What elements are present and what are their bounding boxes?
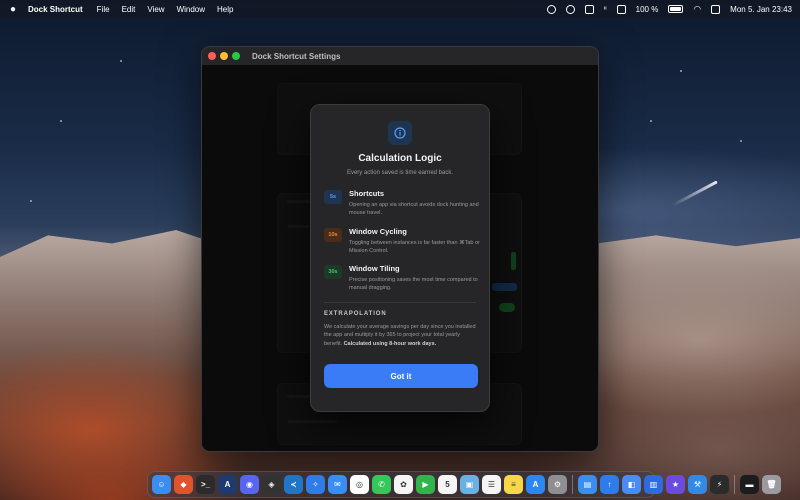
discord-icon[interactable]: ◉ <box>240 475 259 494</box>
safari-icon[interactable]: ✧ <box>306 475 325 494</box>
mail-icon[interactable]: ✉ <box>328 475 347 494</box>
finder-window-icon[interactable]: ▤ <box>578 475 597 494</box>
wifi-icon[interactable]: ◠ <box>693 4 701 15</box>
reminders-icon[interactable]: ☰ <box>482 475 501 494</box>
upload-icon[interactable]: ↑ <box>600 475 619 494</box>
logic-list: 5s Shortcuts Opening an app via shortcut… <box>324 189 480 293</box>
zoom-window-button[interactable] <box>232 52 240 60</box>
minimize-window-button[interactable] <box>220 52 228 60</box>
extrapolation-bold-text: Calculated using 8-hour work days. <box>343 340 437 347</box>
info-icon <box>388 121 412 145</box>
settings-icon[interactable]: ⚙ <box>548 475 567 494</box>
list-item-window-cycling: 10s Window Cycling Toggling between inst… <box>324 227 480 256</box>
airpods-icon[interactable]: ᑊᑊ <box>604 5 607 14</box>
menu-clock[interactable]: Mon 5. Jan 23:43 <box>730 5 792 14</box>
messages-icon[interactable]: ✆ <box>372 475 391 494</box>
dock-separator <box>734 475 735 494</box>
list-item-title: Window Cycling <box>349 226 407 236</box>
unity-icon[interactable]: ◈ <box>262 475 281 494</box>
time-badge: 10s <box>324 227 342 242</box>
close-window-button[interactable] <box>208 52 216 60</box>
dock: ☺ ◆ >_ A ◉ ◈ ≺ ✧ ✉ ◎ ✆ ✿ ▶ 5 ▣ ☰ ≡ A ⚙ ▤ ↑ ◧ ▥ ★ ⚒ ⚡ ▬ 🗑 <box>147 471 781 498</box>
window-titlebar[interactable]: Dock Shortcut Settings <box>202 47 598 65</box>
menu-file[interactable]: File <box>97 5 110 14</box>
apple-menu-icon[interactable]: ● <box>8 4 18 15</box>
font-app-icon[interactable]: A <box>218 475 237 494</box>
battery-percent: 100 % <box>635 4 659 14</box>
keynote-icon[interactable]: ▥ <box>644 475 663 494</box>
list-item-shortcuts: 5s Shortcuts Opening an app via shortcut… <box>324 189 479 218</box>
menu-view[interactable]: View <box>147 5 164 14</box>
got-it-button[interactable]: Got it <box>324 364 478 389</box>
preview-icon[interactable]: ▣ <box>460 475 479 494</box>
calculation-logic-dialog: Calculation Logic Every action saved is … <box>310 104 490 412</box>
brave-icon[interactable]: ◆ <box>174 475 193 494</box>
menu-help[interactable]: Help <box>217 5 233 14</box>
extrapolation-body: We calculate your average savings per da… <box>324 323 476 349</box>
menu-bar: ● Dock Shortcut File Edit View Window He… <box>0 0 800 18</box>
display-icon[interactable] <box>584 4 594 14</box>
divider <box>324 301 476 303</box>
control-center-icon[interactable] <box>711 4 721 14</box>
dock-shortcut-icon[interactable]: ▬ <box>740 475 759 494</box>
dialog-title: Calculation Logic <box>358 153 442 164</box>
xcode-icon[interactable]: ⚒ <box>688 475 707 494</box>
extrapolation-heading: EXTRAPOLATION <box>324 310 387 317</box>
status-app-icon[interactable] <box>546 4 556 14</box>
list-item-title: Window Tiling <box>349 264 400 273</box>
play-status-icon[interactable] <box>565 4 575 14</box>
time-badge: 30s <box>324 265 342 279</box>
menu-edit[interactable]: Edit <box>122 5 136 14</box>
menu-window[interactable]: Window <box>177 5 205 14</box>
menu-extra-icon[interactable] <box>616 4 626 14</box>
list-item-window-tiling: 30s Window Tiling Precise positioning sa… <box>324 264 478 293</box>
app-store-icon[interactable]: A <box>526 475 545 494</box>
notes-icon[interactable]: ≡ <box>504 475 523 494</box>
list-item-description: Opening an app via shortcut avoids dock … <box>349 202 479 217</box>
menu-app-name[interactable]: Dock Shortcut <box>28 5 83 14</box>
star-app-icon[interactable]: ★ <box>666 475 685 494</box>
jira-icon[interactable]: ◧ <box>622 475 641 494</box>
dialog-subtitle: Every action saved is time earned back. <box>346 170 454 176</box>
calendar-icon[interactable]: 5 <box>438 475 457 494</box>
terminal-icon[interactable]: >_ <box>196 475 215 494</box>
energy-icon[interactable]: ⚡ <box>710 475 729 494</box>
photos-icon[interactable]: ✿ <box>394 475 413 494</box>
trash-icon[interactable]: 🗑 <box>762 475 781 494</box>
time-badge: 5s <box>324 190 342 204</box>
chrome-icon[interactable]: ◎ <box>350 475 369 494</box>
window-title: Dock Shortcut Settings <box>252 51 341 61</box>
list-item-description: Toggling between instances is far faster… <box>349 239 480 254</box>
battery-icon[interactable] <box>668 5 684 13</box>
list-item-title: Shortcuts <box>349 189 385 198</box>
dock-separator <box>572 475 573 494</box>
comet <box>672 180 718 207</box>
list-item-description: Precise positioning saves the most time … <box>349 277 478 292</box>
vscode-icon[interactable]: ≺ <box>284 475 303 494</box>
facetime-icon[interactable]: ▶ <box>416 475 435 494</box>
finder-icon[interactable]: ☺ <box>152 475 171 494</box>
